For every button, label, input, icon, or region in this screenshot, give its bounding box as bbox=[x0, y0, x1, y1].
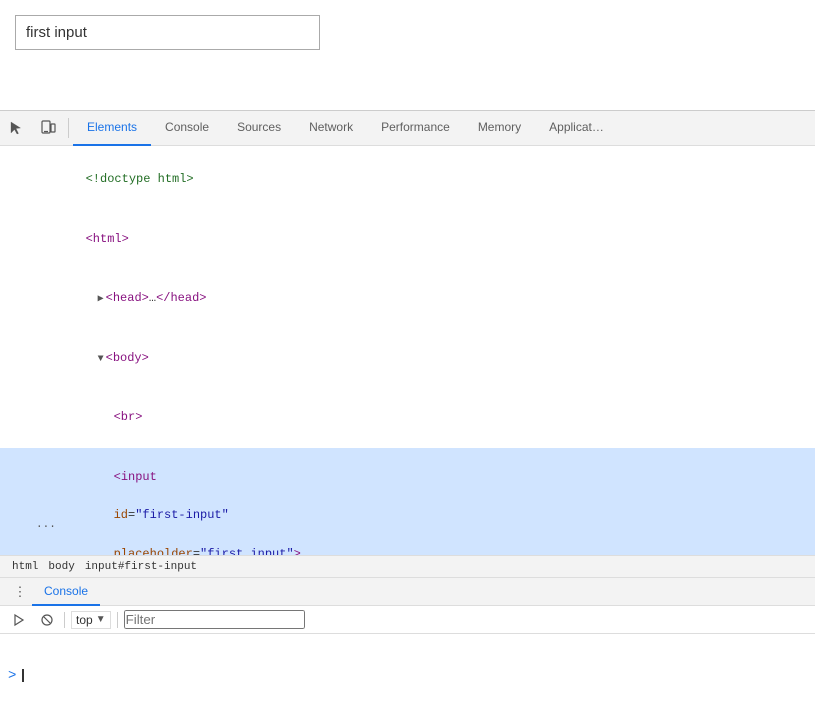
console-toolbar-divider2 bbox=[117, 612, 118, 628]
breadcrumb-html[interactable]: html bbox=[8, 561, 42, 573]
tab-console[interactable]: Console bbox=[151, 111, 223, 146]
tab-console-bottom[interactable]: Console bbox=[32, 578, 100, 606]
console-execute-icon[interactable] bbox=[8, 609, 30, 631]
devtools-panel: Elements Console Sources Network Perform… bbox=[0, 110, 815, 717]
console-dots-icon[interactable]: ⋮ bbox=[8, 580, 32, 604]
elements-panel: <!doctype html> <html> ▶<head>…</head> ▼… bbox=[0, 146, 815, 555]
tab-network[interactable]: Network bbox=[295, 111, 367, 146]
html-line-first-input[interactable]: ... <input id="first-input" placeholder=… bbox=[0, 448, 815, 555]
tab-elements[interactable]: Elements bbox=[73, 111, 151, 146]
toolbar-divider bbox=[68, 118, 69, 138]
console-filter-input[interactable] bbox=[124, 610, 305, 629]
tab-performance[interactable]: Performance bbox=[367, 111, 464, 146]
console-stop-icon[interactable] bbox=[36, 609, 58, 631]
tab-application[interactable]: Applicat… bbox=[535, 111, 618, 146]
console-tab-bar: ⋮ Console bbox=[0, 578, 815, 606]
html-line-head[interactable]: ▶<head>…</head> bbox=[0, 269, 815, 329]
inspect-element-icon[interactable] bbox=[0, 111, 32, 146]
breadcrumb-body[interactable]: body bbox=[44, 561, 78, 573]
browser-page bbox=[0, 0, 815, 110]
breadcrumb-input[interactable]: input#first-input bbox=[81, 561, 201, 573]
console-prompt: > bbox=[8, 668, 16, 684]
tab-sources[interactable]: Sources bbox=[223, 111, 295, 146]
console-cursor bbox=[22, 669, 24, 682]
html-line-doctype[interactable]: <!doctype html> bbox=[0, 150, 815, 210]
console-input-area: > bbox=[0, 634, 815, 717]
tab-memory[interactable]: Memory bbox=[464, 111, 535, 146]
first-input[interactable] bbox=[15, 15, 320, 50]
html-line-body-open[interactable]: ▼<body> bbox=[0, 329, 815, 389]
devtools-toolbar: Elements Console Sources Network Perform… bbox=[0, 111, 815, 146]
breadcrumb-bar: html body input#first-input bbox=[0, 555, 815, 577]
console-panel: ⋮ Console top ▼ bbox=[0, 577, 815, 717]
html-line-html-open[interactable]: <html> bbox=[0, 210, 815, 270]
context-selector-arrow: ▼ bbox=[96, 614, 106, 625]
console-toolbar-divider bbox=[64, 612, 65, 628]
context-selector[interactable]: top ▼ bbox=[71, 611, 111, 629]
device-toolbar-icon[interactable] bbox=[32, 111, 64, 146]
html-line-br[interactable]: <br> bbox=[0, 388, 815, 448]
console-toolbar: top ▼ bbox=[0, 606, 815, 634]
